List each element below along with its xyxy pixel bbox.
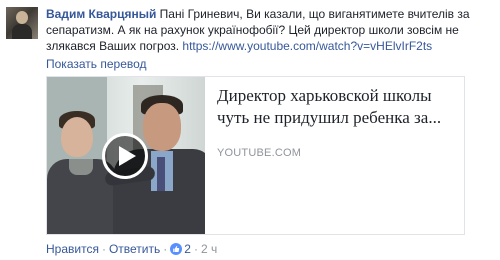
- separator-dot: ·: [101, 242, 106, 256]
- reply-button[interactable]: Ответить: [109, 242, 160, 256]
- preview-domain: YOUTUBE.COM: [217, 147, 302, 159]
- timestamp[interactable]: 2 ч: [201, 242, 217, 256]
- author-avatar[interactable]: [6, 7, 38, 39]
- link-preview-card[interactable]: Директор харьковской школы чуть не приду…: [46, 76, 465, 235]
- avatar-torso: [12, 24, 32, 39]
- like-count[interactable]: 2: [184, 242, 191, 256]
- avatar-head: [16, 11, 28, 24]
- comment-url-link[interactable]: https://www.youtube.com/watch?v=vHElvIrF…: [182, 39, 432, 53]
- show-translation-link[interactable]: Показать перевод: [46, 57, 147, 71]
- thumbs-up-icon: [170, 243, 183, 255]
- separator-dot: ·: [163, 242, 168, 256]
- comment-actions: Нравится · Ответить · 2 · 2 ч: [46, 242, 217, 256]
- video-thumbnail[interactable]: [47, 77, 205, 234]
- separator-dot: ·: [193, 242, 198, 256]
- comment-body: Вадим Кварцяный Пані Гриневич, Ви казали…: [46, 6, 486, 54]
- like-button[interactable]: Нравится: [46, 242, 99, 256]
- play-icon[interactable]: [102, 133, 148, 179]
- preview-title[interactable]: Директор харьковской школы чуть не приду…: [217, 85, 457, 129]
- author-name-link[interactable]: Вадим Кварцяный: [46, 7, 156, 21]
